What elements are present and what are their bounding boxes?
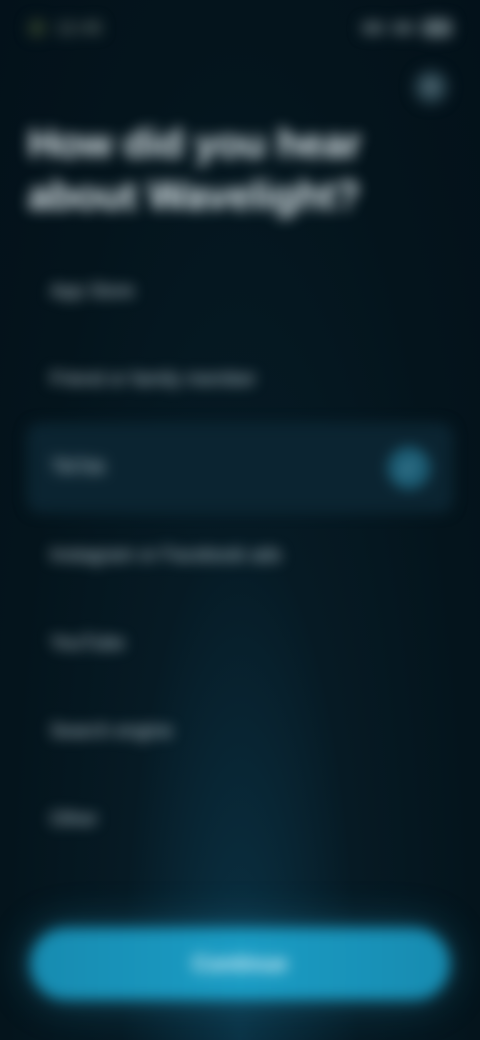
signal-icon (362, 22, 384, 34)
option-instagram-facebook[interactable]: Instagram or Facebook ads (28, 512, 452, 600)
option-label: Other (50, 809, 98, 830)
option-other[interactable]: Other (28, 776, 452, 864)
close-button[interactable]: ✕ (414, 70, 448, 104)
option-search-engine[interactable]: Search engine (28, 688, 452, 776)
option-label: Friend or family member (50, 369, 256, 390)
continue-button[interactable]: Continue (30, 928, 450, 1000)
close-icon: ✕ (422, 76, 440, 99)
wifi-icon (392, 22, 414, 34)
status-bar: 12:45 (0, 0, 480, 56)
option-label: TikTok (51, 457, 106, 478)
option-label: YouTube (50, 633, 125, 654)
question-title: How did you hear about Wavelight? (28, 122, 362, 218)
option-label: Search engine (50, 721, 173, 742)
option-label: App Store (50, 281, 135, 302)
app-indicator-icon (28, 19, 46, 37)
option-tiktok[interactable]: TikTok ✓ (28, 424, 452, 512)
option-label: Instagram or Facebook ads (50, 545, 282, 566)
option-youtube[interactable]: YouTube (28, 600, 452, 688)
status-right (362, 19, 452, 37)
option-friend-family[interactable]: Friend or family member (28, 336, 452, 424)
check-icon: ✓ (389, 448, 429, 488)
options-list: App Store Friend or family member TikTok… (28, 248, 452, 864)
option-app-store[interactable]: App Store (28, 248, 452, 336)
status-time: 12:45 (56, 17, 103, 38)
status-left: 12:45 (28, 18, 102, 39)
battery-icon (422, 19, 452, 37)
